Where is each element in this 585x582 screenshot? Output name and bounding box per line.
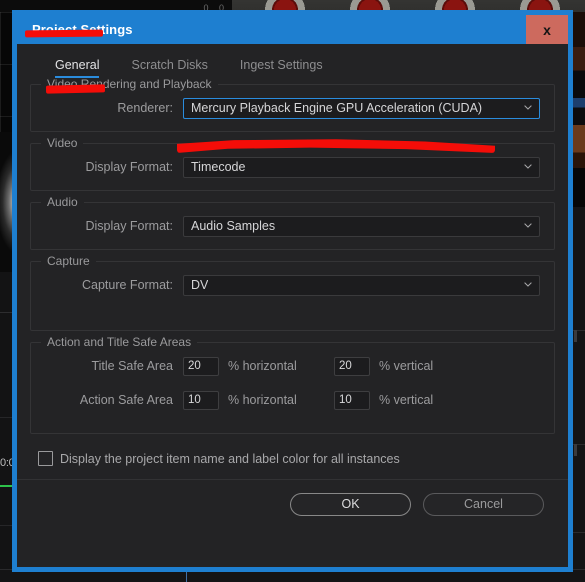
action-safe-area-label: Action Safe Area [79, 393, 173, 407]
group-safe-areas: Action and Title Safe Areas Title Safe A… [30, 336, 555, 434]
action-safe-horizontal-input[interactable] [183, 390, 219, 410]
background-right-handle-1 [574, 330, 577, 342]
renderer-select-value: Mercury Playback Engine GPU Acceleration… [191, 101, 483, 115]
video-display-format-label: Display Format: [85, 160, 173, 174]
close-icon: x [543, 21, 551, 38]
audio-display-format-label: Display Format: [85, 219, 173, 233]
ok-button[interactable]: OK [290, 492, 411, 516]
renderer-label: Renderer: [117, 101, 173, 115]
capture-format-value: DV [191, 278, 209, 292]
display-project-item-name-checkbox[interactable] [38, 451, 53, 466]
background-right-handle-2 [574, 444, 577, 456]
row-renderer: Renderer: Mercury Playback Engine GPU Ac… [45, 97, 540, 119]
group-legend-capture: Capture [41, 255, 96, 268]
action-safe-vertical-unit: % vertical [379, 393, 434, 407]
close-button[interactable]: x [526, 15, 568, 44]
audio-display-format-select[interactable]: Audio Samples [183, 215, 540, 237]
tab-ingest-settings[interactable]: Ingest Settings [240, 56, 323, 78]
title-safe-area-label: Title Safe Area [91, 359, 173, 373]
row-display-project-item-name: Display the project item name and label … [30, 445, 555, 466]
chevron-down-icon [524, 105, 532, 110]
project-settings-dialog: Project Settings x General Scratch Disks… [12, 10, 573, 572]
row-capture-format: Capture Format: DV [45, 274, 540, 296]
title-safe-horizontal-input[interactable] [183, 356, 219, 376]
background-bottom-marker [186, 572, 187, 582]
renderer-select[interactable]: Mercury Playback Engine GPU Acceleration… [183, 97, 540, 119]
title-safe-vertical-unit: % vertical [379, 359, 434, 373]
video-display-format-value: Timecode [191, 160, 246, 174]
action-safe-horizontal-unit: % horizontal [228, 393, 297, 407]
tab-general[interactable]: General [55, 56, 100, 78]
title-safe-vertical-input[interactable] [334, 356, 370, 376]
group-audio: Audio Display Format: Audio Samples [30, 196, 555, 250]
dialog-titlebar[interactable]: Project Settings x [17, 15, 568, 44]
group-video-rendering: Video Rendering and Playback Renderer: M… [30, 78, 555, 132]
row-title-safe-area: Title Safe Area % horizontal % vertical [45, 355, 540, 377]
tab-scratch-disks[interactable]: Scratch Disks [131, 56, 207, 78]
video-display-format-select[interactable]: Timecode [183, 156, 540, 178]
row-action-safe-area: Action Safe Area % horizontal % vertical [45, 389, 540, 411]
group-video: Video Display Format: Timecode [30, 137, 555, 191]
tab-bar: General Scratch Disks Ingest Settings [30, 44, 555, 78]
title-safe-horizontal-unit: % horizontal [228, 359, 297, 373]
dialog-body: General Scratch Disks Ingest Settings Vi… [17, 44, 568, 567]
action-safe-vertical-input[interactable] [334, 390, 370, 410]
tab-content-general: Video Rendering and Playback Renderer: M… [17, 78, 568, 567]
row-audio-display-format: Display Format: Audio Samples [45, 215, 540, 237]
group-capture: Capture Capture Format: DV [30, 255, 555, 331]
group-legend-video-rendering: Video Rendering and Playback [41, 78, 218, 91]
group-legend-audio: Audio [41, 196, 84, 209]
group-legend-video: Video [41, 137, 84, 150]
row-video-display-format: Display Format: Timecode [45, 156, 540, 178]
cancel-button[interactable]: Cancel [423, 492, 544, 516]
chevron-down-icon [524, 164, 532, 169]
group-legend-safe-areas: Action and Title Safe Areas [41, 336, 198, 349]
dialog-footer: OK Cancel [30, 480, 555, 528]
audio-display-format-value: Audio Samples [191, 219, 276, 233]
screen-root: 0 0 ⌄ 0:0 Projec [0, 0, 585, 582]
chevron-down-icon [524, 282, 532, 287]
display-project-item-name-label: Display the project item name and label … [60, 451, 400, 466]
chevron-down-icon [524, 223, 532, 228]
capture-format-label: Capture Format: [81, 278, 173, 292]
capture-format-select[interactable]: DV [183, 274, 540, 296]
dialog-title: Project Settings [32, 22, 133, 37]
